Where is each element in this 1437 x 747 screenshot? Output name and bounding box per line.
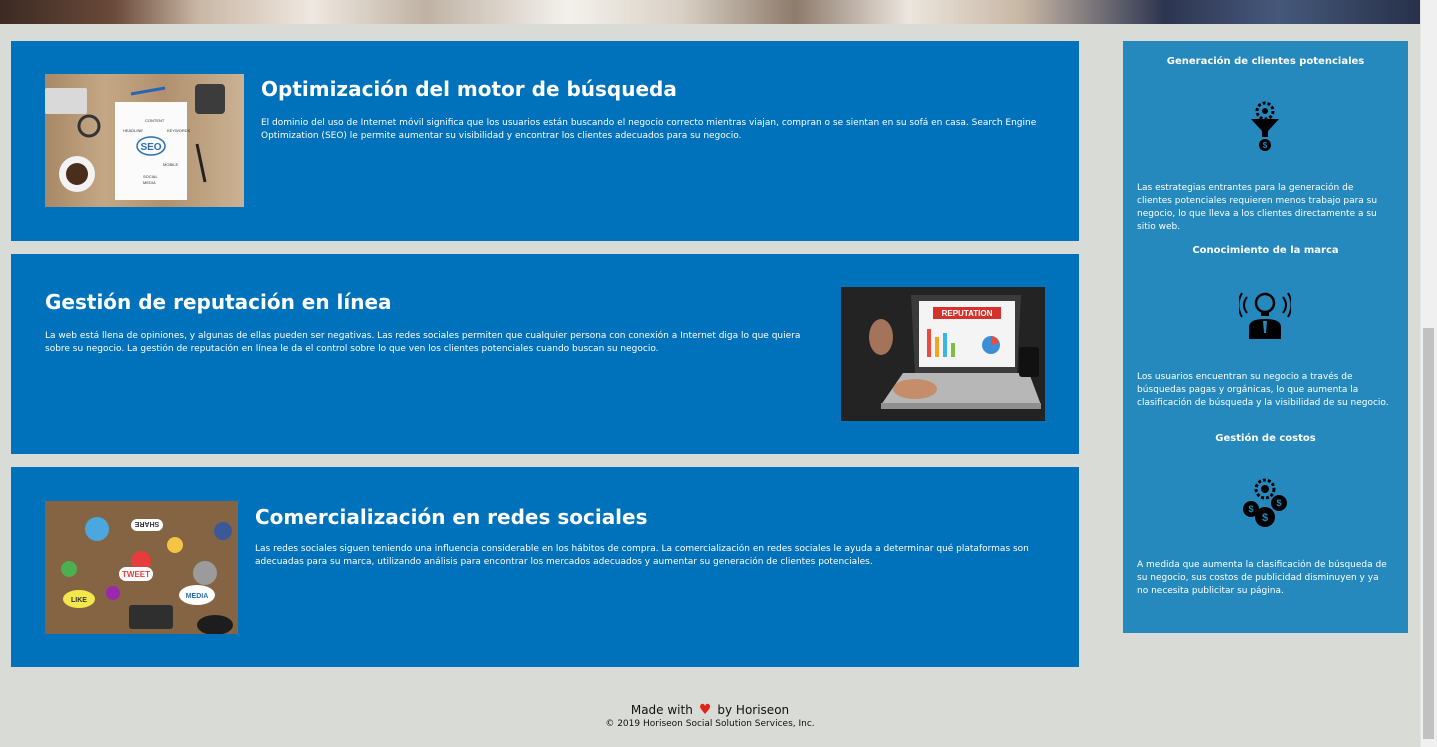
benefits-sidebar: Generación de clientes potenciales $ Las…: [1123, 41, 1408, 633]
svg-text:$: $: [1248, 504, 1253, 514]
service-title: Comercialización en redes sociales: [255, 505, 648, 529]
benefit-text: Las estrategias entrantes para la genera…: [1137, 183, 1378, 232]
cost-coins-icon: $ $ $: [1239, 475, 1291, 531]
service-text: El dominio del uso de Internet móvil sig…: [261, 118, 1037, 141]
social-image-word: MEDIA: [186, 593, 209, 600]
benefit-title: Generación de clientes potenciales: [1166, 56, 1365, 67]
seo-image-word: MEDIA: [143, 180, 156, 185]
service-card-seo: SEO CONTENT KEYWORDS HEADLINE MOBILE SOC…: [11, 41, 1079, 241]
scrollbar-thumb[interactable]: [1423, 328, 1434, 739]
benefit-text: Los usuarios encuentran su negocio a tra…: [1137, 372, 1389, 408]
service-card-social: TWEET SHARE LIKE MEDIA Comercialización …: [11, 467, 1079, 667]
service-title: Gestión de reputación en línea: [45, 290, 392, 314]
seo-image-word: CONTENT: [145, 118, 165, 123]
page-footer: Made with ♥ by Horiseon © 2019 Horiseon So…: [0, 702, 1420, 730]
seo-image: SEO CONTENT KEYWORDS HEADLINE MOBILE SOC…: [45, 74, 244, 207]
copyright: © 2019 Horiseon Social Solution Services…: [605, 719, 815, 729]
seo-image-word: SOCIAL: [143, 174, 158, 179]
service-card-reputation: Gestión de reputación en línea La web es…: [11, 254, 1079, 454]
svg-text:$: $: [1276, 498, 1281, 508]
benefit-title: Conocimiento de la marca: [1192, 245, 1339, 256]
seo-image-word: KEYWORDS: [167, 128, 191, 133]
reputation-image-word: REPUTATION: [942, 309, 993, 318]
svg-text:$: $: [1263, 141, 1268, 150]
service-text: La web está llena de opiniones, y alguna…: [45, 331, 801, 354]
lead-funnel-icon: $: [1239, 97, 1291, 153]
service-text: Las redes sociales siguen teniendo una i…: [255, 544, 1029, 567]
seo-image-word: HEADLINE: [123, 128, 143, 133]
brand-lightbulb-icon: [1237, 285, 1293, 341]
social-media-image: TWEET SHARE LIKE MEDIA: [45, 501, 238, 634]
made-with-line: Made with ♥ by Horiseon: [0, 702, 1420, 718]
made-with-prefix: Made with: [630, 703, 693, 717]
hero-image-strip: [0, 0, 1420, 24]
benefit-text: A medida que aumenta la clasificación de…: [1137, 560, 1387, 596]
service-title: Optimización del motor de búsqueda: [261, 77, 677, 101]
seo-image-word: MOBILE: [163, 162, 178, 167]
social-image-word: LIKE: [71, 597, 87, 604]
seo-image-word: SEO: [140, 142, 161, 153]
social-image-word: SHARE: [134, 520, 159, 527]
svg-text:$: $: [1262, 512, 1268, 524]
benefit-title: Gestión de costos: [1215, 433, 1316, 444]
made-with-suffix: by Horiseon: [717, 703, 790, 717]
reputation-image: REPUTATION: [841, 287, 1045, 421]
social-image-word: TWEET: [122, 570, 150, 579]
heart-icon: ♥: [698, 702, 712, 718]
